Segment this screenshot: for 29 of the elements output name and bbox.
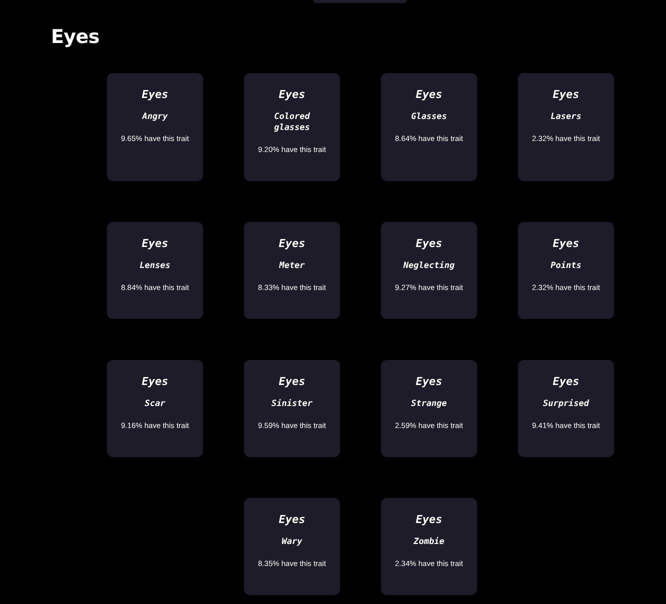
trait-name: Colored glasses xyxy=(273,112,311,134)
trait-category: Eyes xyxy=(416,237,442,250)
trait-category: Eyes xyxy=(142,237,168,250)
trait-category: Eyes xyxy=(142,375,168,388)
trait-category: Eyes xyxy=(416,513,442,526)
trait-name: Wary xyxy=(282,537,302,548)
trait-category: Eyes xyxy=(416,375,442,388)
trait-name: Zombie xyxy=(414,537,444,548)
trait-name: Lasers xyxy=(550,112,582,123)
trait-name: Glasses xyxy=(411,112,447,123)
trait-category: Eyes xyxy=(552,375,580,388)
section-heading: Eyes xyxy=(51,25,100,49)
trait-name: Surprised xyxy=(542,399,590,410)
trait-category: Eyes xyxy=(278,375,306,388)
trait-name: Points xyxy=(550,261,582,272)
trait-category: Eyes xyxy=(278,513,306,526)
trait-category: Eyes xyxy=(142,88,168,101)
trait-category: Eyes xyxy=(278,237,306,250)
trait-name: Angry xyxy=(142,112,168,123)
trait-category: Eyes xyxy=(552,88,580,101)
trait-category: Eyes xyxy=(552,237,580,250)
trait-name: Lenses xyxy=(140,261,170,272)
trait-name: Neglecting xyxy=(403,261,455,272)
trait-category: Eyes xyxy=(416,88,442,101)
trait-name: Sinister xyxy=(272,399,312,410)
trait-name: Strange xyxy=(411,399,447,410)
trait-name: Meter xyxy=(279,261,305,272)
trait-category: Eyes xyxy=(278,88,306,101)
trait-name: Scar xyxy=(144,399,166,410)
